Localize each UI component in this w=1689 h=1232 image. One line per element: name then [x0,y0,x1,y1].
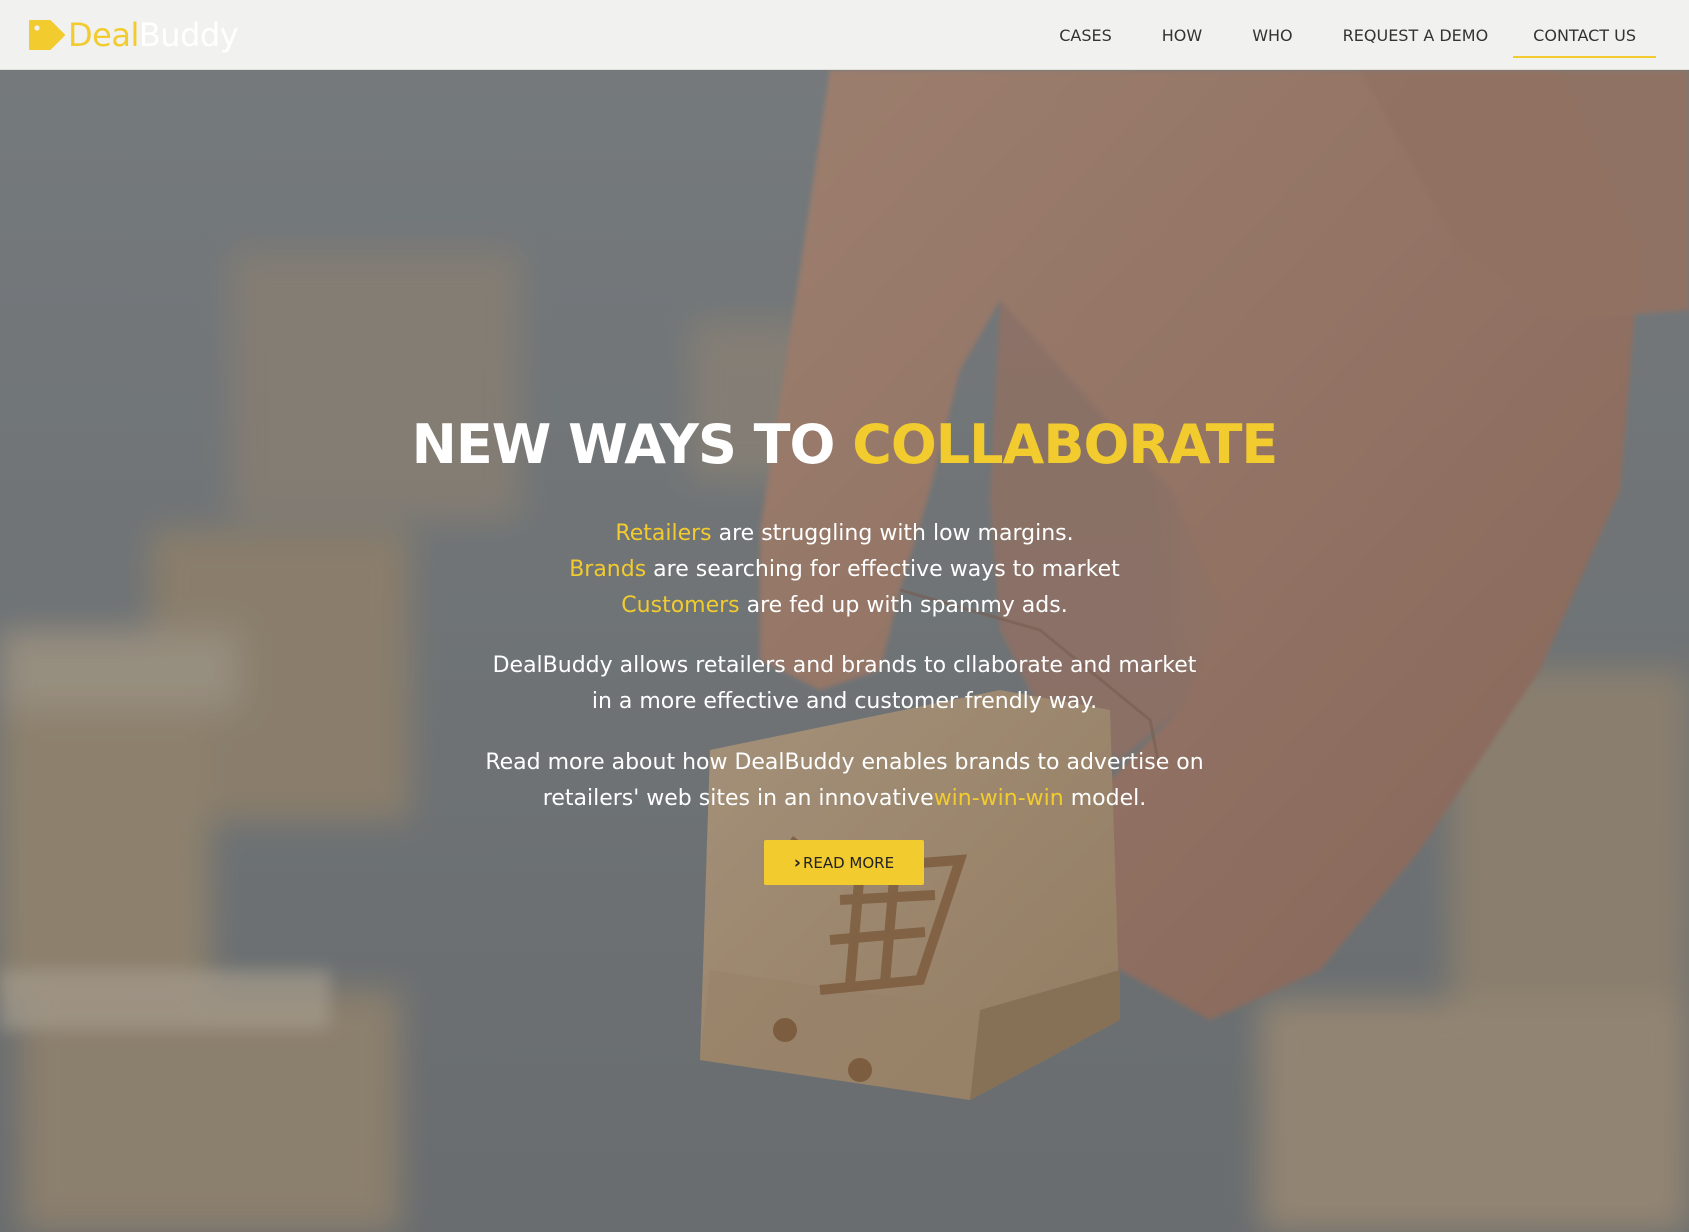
nav-item-request-demo[interactable]: REQUEST A DEMO [1318,0,1514,70]
intro-line-2: in a more effective and customer frendly… [591,689,1098,714]
tag-icon [29,20,65,50]
nav-item-cases[interactable]: CASES [1034,0,1137,70]
hero-section: NEW WAYS TO COLLABORATE Retailers are st… [0,70,1689,1232]
statement-accent: Brands [569,557,647,582]
page: DealBuddy CASES HOW WHO REQUEST A DEMO C… [0,0,1689,1232]
statement-retailers: Retailers are struggling with low margin… [0,516,1689,552]
intro-line-1: DealBuddy allows retailers and brands to… [492,653,1197,678]
statement-customers: Customers are fed up with spammy ads. [0,588,1689,624]
read-more-label: READ MORE [802,853,895,872]
read-more-line-1: Read more about how DealBuddy enables br… [485,750,1204,775]
statement-accent: Retailers [615,521,712,546]
statement-text: are fed up with spammy ads. [739,593,1068,618]
headline-white-part: NEW WAYS TO [411,413,853,476]
read-more-line-2-start: retailers' web sites in an innovative [542,786,934,811]
logo-buddy: Buddy [138,16,239,54]
headline-accent-part: COLLABORATE [852,413,1278,476]
main-nav: CASES HOW WHO REQUEST A DEMO CONTACT US [1034,0,1689,70]
read-more-line-2-end: model. [1063,786,1147,811]
hero-headline: NEW WAYS TO COLLABORATE [0,418,1689,472]
statement-brands: Brands are searching for effective ways … [0,552,1689,588]
win-win-win-highlight: win-win-win [933,786,1064,811]
statement-text: are struggling with low margins. [711,521,1074,546]
statement-text: are searching for effective ways to mark… [646,557,1120,582]
read-more-line-2: retailers' web sites in an innovativewin… [0,781,1689,817]
hero-content: NEW WAYS TO COLLABORATE Retailers are st… [0,70,1689,1232]
nav-item-who[interactable]: WHO [1227,0,1317,70]
navbar: DealBuddy CASES HOW WHO REQUEST A DEMO C… [0,0,1689,70]
read-more-button[interactable]: › READ MORE [764,840,924,885]
statement-accent: Customers [621,593,740,618]
chevron-right-icon: › [793,852,801,873]
logo[interactable]: DealBuddy [28,14,239,56]
read-more-paragraph: Read more about how DealBuddy enables br… [0,745,1689,817]
problem-statements: Retailers are struggling with low margin… [0,516,1689,624]
logo-text: DealBuddy [68,16,239,54]
intro-paragraph: DealBuddy allows retailers and brands to… [0,648,1689,720]
nav-item-how[interactable]: HOW [1137,0,1227,70]
nav-item-contact-us[interactable]: CONTACT US [1513,0,1656,70]
logo-deal: Deal [68,16,139,54]
